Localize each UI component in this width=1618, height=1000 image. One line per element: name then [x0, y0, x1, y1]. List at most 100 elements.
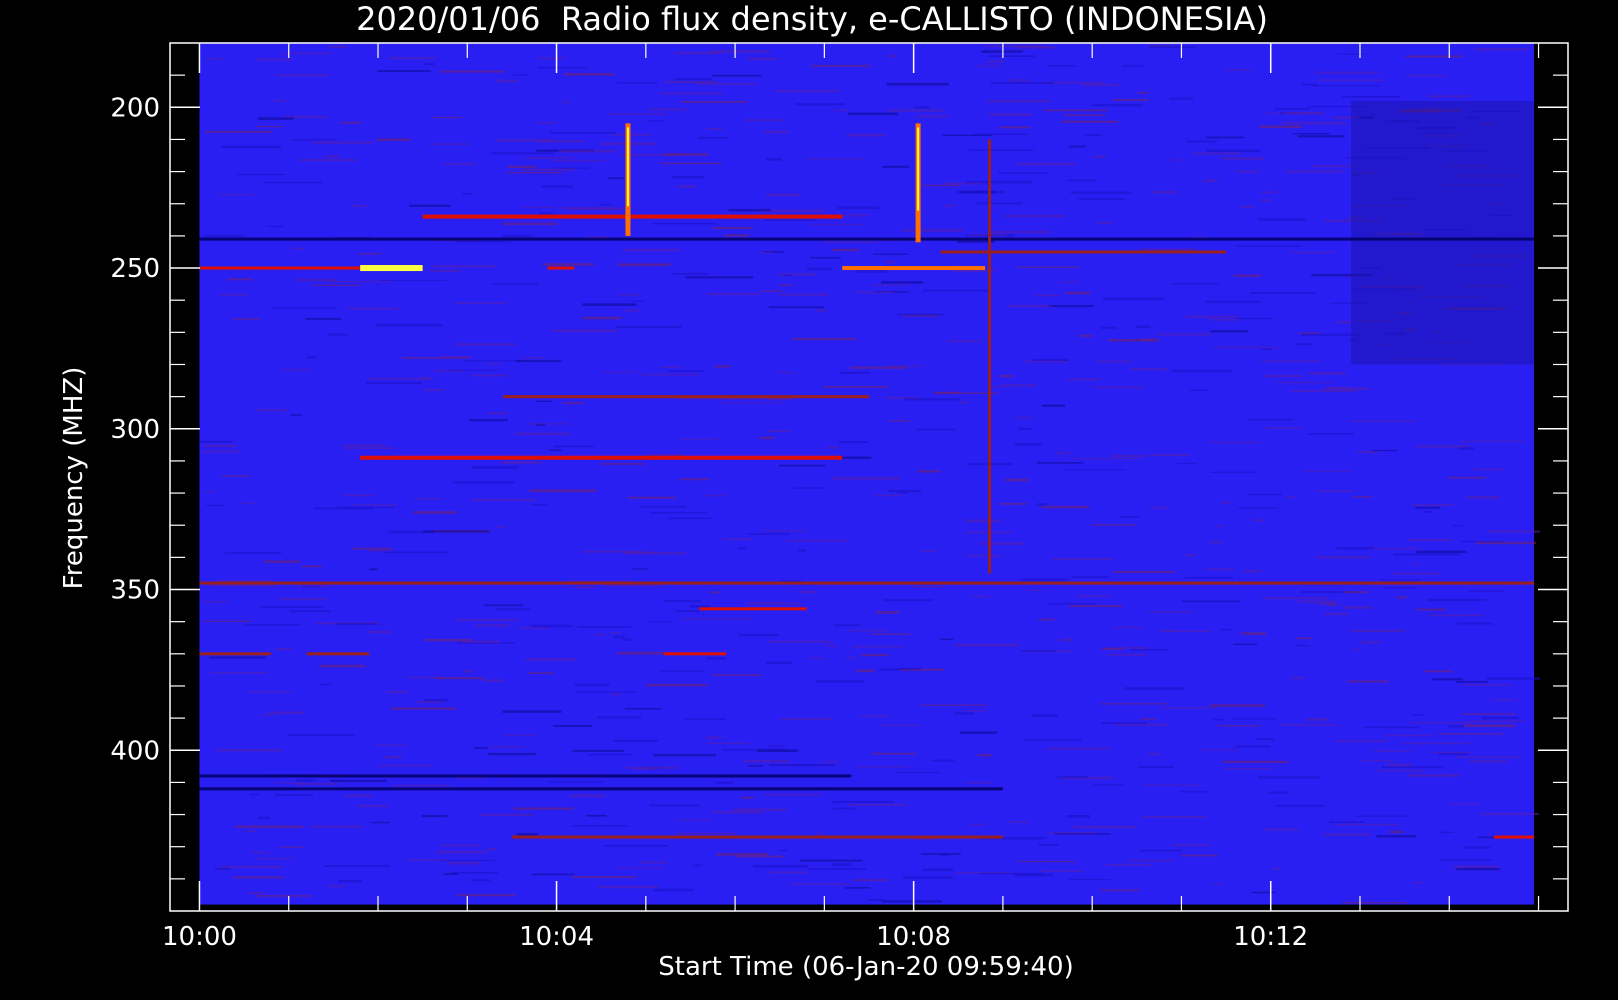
noise-streak: [536, 140, 585, 143]
noise-streak: [799, 859, 862, 862]
noise-streak: [734, 808, 786, 812]
noise-streak: [280, 369, 309, 371]
noise-streak: [711, 674, 762, 676]
noise-streak: [496, 526, 508, 528]
noise-streak: [568, 208, 624, 210]
noise-streak: [1336, 321, 1352, 324]
noise-streak: [1235, 170, 1260, 173]
x-axis-label: Start Time (06-Jan-20 09:59:40): [658, 952, 1073, 982]
noise-streak: [1140, 248, 1196, 251]
noise-streak: [1066, 815, 1090, 818]
noise-streak: [709, 591, 721, 594]
noise-streak: [1014, 443, 1042, 446]
noise-streak: [646, 683, 707, 687]
horizontal-emission-band: [502, 395, 869, 399]
noise-streak: [1235, 317, 1272, 320]
noise-streak: [666, 370, 706, 372]
noise-streak: [837, 206, 880, 210]
noise-streak: [1140, 849, 1182, 852]
x-tick-label: 10:04: [519, 922, 594, 952]
noise-streak: [1247, 418, 1294, 421]
noise-streak: [717, 402, 783, 404]
noise-streak: [1456, 868, 1500, 871]
noise-streak: [1407, 538, 1453, 542]
noise-streak: [454, 618, 518, 621]
vertical-burst: [988, 139, 992, 574]
noise-streak: [1482, 716, 1519, 720]
noise-streak: [274, 782, 303, 784]
noise-streak: [524, 357, 546, 359]
noise-streak: [1102, 297, 1164, 300]
noise-streak: [1456, 622, 1494, 625]
noise-streak: [1064, 114, 1106, 116]
noise-streak: [716, 853, 769, 856]
noise-streak: [675, 819, 714, 821]
noise-streak: [1100, 703, 1168, 705]
noise-streak: [713, 227, 753, 230]
noise-streak: [821, 761, 841, 763]
noise-streak: [676, 832, 737, 835]
noise-streak: [792, 337, 856, 341]
noise-streak: [1451, 524, 1466, 527]
noise-streak: [675, 610, 701, 613]
noise-streak: [1156, 333, 1213, 336]
noise-streak: [697, 136, 728, 139]
noise-streak: [1052, 557, 1113, 561]
noise-streak: [959, 401, 969, 404]
noise-streak: [326, 280, 392, 283]
noise-streak: [738, 633, 779, 637]
noise-streak: [1106, 653, 1147, 656]
noise-streak: [1122, 65, 1144, 67]
noise-streak: [1226, 69, 1252, 71]
noise-streak: [777, 371, 796, 374]
noise-streak: [748, 765, 763, 767]
noise-streak: [1214, 525, 1225, 527]
noise-streak: [1423, 670, 1453, 673]
noise-streak: [203, 600, 227, 603]
noise-streak: [965, 782, 992, 784]
noise-streak: [624, 552, 687, 555]
noise-streak: [1438, 831, 1455, 834]
noise-streak: [1047, 602, 1096, 605]
noise-streak: [495, 608, 531, 611]
noise-streak: [1374, 769, 1425, 772]
noise-streak: [377, 70, 432, 73]
noise-streak: [1491, 699, 1518, 701]
y-tick-label: 250: [110, 254, 160, 284]
noise-streak: [1264, 112, 1319, 115]
noise-streak: [248, 892, 263, 895]
noise-streak: [804, 158, 864, 160]
noise-streak: [275, 648, 292, 651]
noise-streak: [290, 414, 302, 416]
noise-streak: [653, 753, 716, 757]
noise-streak: [1323, 833, 1372, 836]
noise-streak: [1295, 343, 1314, 346]
noise-streak: [582, 316, 622, 320]
noise-streak: [852, 879, 889, 881]
noise-streak: [1013, 873, 1054, 877]
noise-streak: [1212, 718, 1224, 721]
noise-streak: [516, 359, 562, 363]
noise-streak: [259, 714, 276, 716]
noise-streak: [964, 554, 1003, 557]
noise-streak: [901, 229, 964, 232]
noise-streak: [875, 611, 899, 614]
noise-streak: [1279, 723, 1339, 726]
noise-streak: [1410, 722, 1474, 724]
noise-streak: [1038, 618, 1055, 621]
noise-streak: [1027, 589, 1042, 592]
noise-streak: [1474, 48, 1528, 51]
noise-streak: [779, 849, 788, 852]
noise-streak: [610, 693, 621, 696]
noise-streak: [1170, 159, 1185, 161]
noise-streak: [898, 491, 910, 494]
noise-streak: [376, 138, 411, 142]
noise-streak: [748, 533, 790, 535]
noise-streak: [552, 329, 618, 333]
noise-streak: [1470, 720, 1525, 722]
noise-streak: [1171, 844, 1211, 847]
noise-streak: [539, 212, 553, 215]
noise-streak: [541, 185, 573, 188]
noise-streak: [254, 58, 294, 61]
noise-streak: [609, 113, 668, 115]
